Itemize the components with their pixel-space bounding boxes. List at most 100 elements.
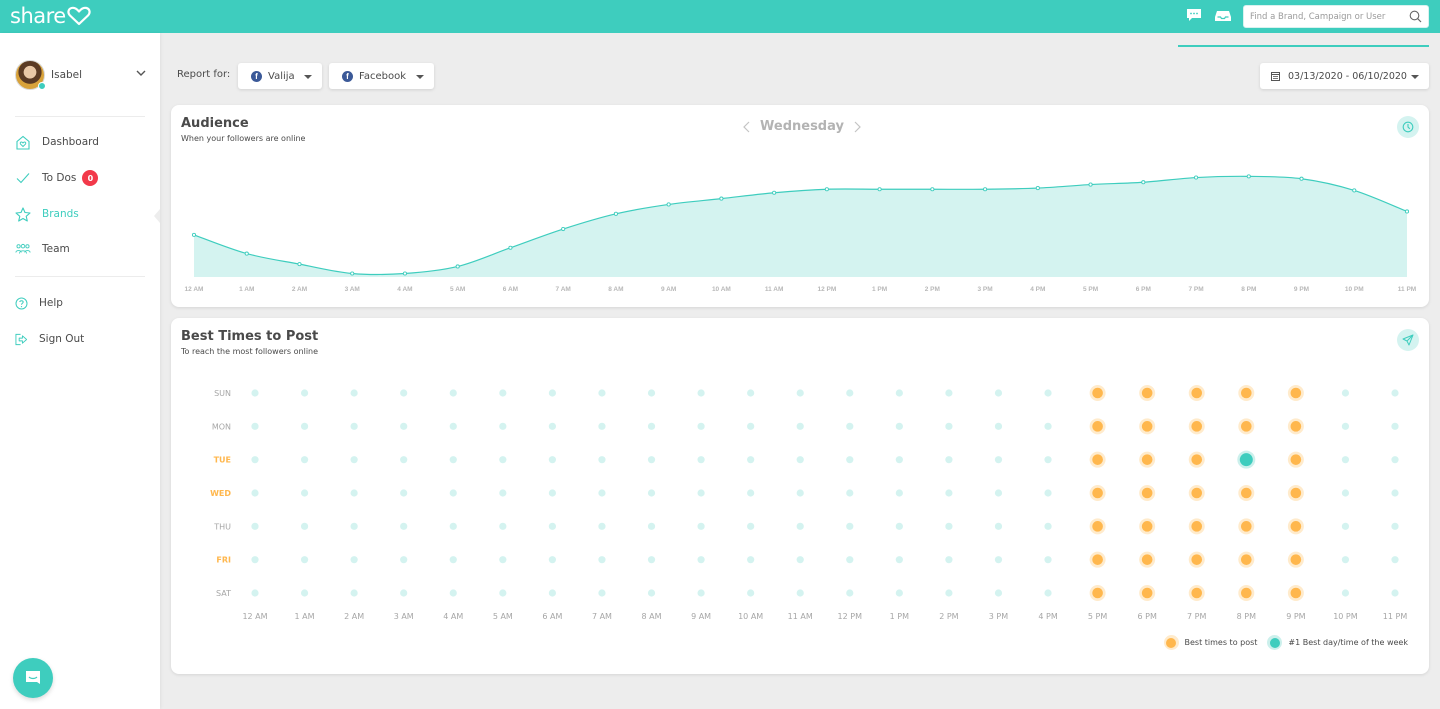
time-cell[interactable] <box>895 456 903 464</box>
time-cell[interactable] <box>251 422 259 430</box>
time-cell[interactable] <box>350 522 358 530</box>
best-time-cell[interactable] <box>1188 518 1205 535</box>
best-time-cell[interactable] <box>1139 485 1156 501</box>
time-cell[interactable] <box>945 522 953 530</box>
time-cell[interactable] <box>647 522 656 530</box>
time-cell[interactable] <box>1391 456 1399 464</box>
best-time-cell[interactable] <box>1139 451 1156 468</box>
best-time-cell[interactable] <box>1238 485 1255 501</box>
time-cell[interactable] <box>400 589 408 597</box>
time-cell[interactable] <box>994 389 1003 397</box>
time-cell[interactable] <box>499 589 507 597</box>
time-cell[interactable] <box>350 489 358 497</box>
audience-data-point[interactable] <box>297 262 302 267</box>
time-cell[interactable] <box>300 556 309 564</box>
time-cell[interactable] <box>300 589 309 597</box>
time-cell[interactable] <box>449 489 457 497</box>
time-cell[interactable] <box>994 456 1003 464</box>
time-cell[interactable] <box>1044 489 1052 497</box>
time-cell[interactable] <box>697 489 705 497</box>
best-time-cell[interactable] <box>1188 451 1205 468</box>
time-cell[interactable] <box>300 489 309 497</box>
time-cell[interactable] <box>350 389 358 397</box>
best-time-cell[interactable] <box>1238 551 1255 568</box>
time-cell[interactable] <box>1341 389 1350 397</box>
time-cell[interactable] <box>697 422 705 430</box>
time-cell[interactable] <box>846 456 854 464</box>
audience-data-point[interactable] <box>1193 175 1199 180</box>
time-cell[interactable] <box>994 522 1003 530</box>
time-cell[interactable] <box>895 589 903 597</box>
best-time-cell[interactable] <box>1089 551 1106 568</box>
time-cell[interactable] <box>449 522 457 530</box>
best-time-cell[interactable] <box>1287 385 1304 401</box>
time-cell[interactable] <box>796 456 804 464</box>
time-cell[interactable] <box>1391 489 1399 497</box>
time-cell[interactable] <box>747 456 755 464</box>
time-cell[interactable] <box>499 422 507 430</box>
time-cell[interactable] <box>1341 522 1350 530</box>
time-cell[interactable] <box>548 456 556 464</box>
time-cell[interactable] <box>697 522 705 530</box>
time-cell[interactable] <box>895 389 903 397</box>
best-time-cell[interactable] <box>1139 418 1156 435</box>
sidebar-item-todos[interactable]: To Dos 0 <box>15 167 150 189</box>
time-cell[interactable] <box>499 489 507 497</box>
best-time-cell[interactable] <box>1238 385 1255 401</box>
time-cell[interactable] <box>846 589 854 597</box>
time-cell[interactable] <box>548 389 556 397</box>
time-cell[interactable] <box>1341 589 1350 597</box>
time-cell[interactable] <box>499 556 507 564</box>
time-cell[interactable] <box>846 389 854 397</box>
audience-data-point[interactable] <box>561 226 566 232</box>
time-cell[interactable] <box>598 489 606 497</box>
top-time-cell[interactable] <box>1237 450 1256 469</box>
time-cell[interactable] <box>251 456 259 464</box>
time-cell[interactable] <box>499 522 507 530</box>
time-cell[interactable] <box>1044 422 1052 430</box>
audience-data-point[interactable] <box>719 196 724 201</box>
time-cell[interactable] <box>647 422 656 430</box>
brand-dropdown[interactable]: f Valija <box>238 63 322 89</box>
audience-data-point[interactable] <box>350 271 355 276</box>
time-cell[interactable] <box>251 522 259 530</box>
time-cell[interactable] <box>300 422 309 430</box>
time-cell[interactable] <box>1341 489 1350 497</box>
time-cell[interactable] <box>1391 422 1399 430</box>
time-cell[interactable] <box>400 389 408 397</box>
audience-data-point[interactable] <box>402 271 408 276</box>
time-cell[interactable] <box>647 556 656 564</box>
time-cell[interactable] <box>697 456 705 464</box>
time-cell[interactable] <box>598 556 606 564</box>
best-time-cell[interactable] <box>1287 585 1304 601</box>
time-cell[interactable] <box>251 389 259 397</box>
audience-data-point[interactable] <box>877 187 882 192</box>
time-cell[interactable] <box>300 389 309 397</box>
time-cell[interactable] <box>251 556 259 564</box>
best-time-cell[interactable] <box>1188 418 1205 435</box>
time-cell[interactable] <box>895 489 903 497</box>
time-cell[interactable] <box>747 489 755 497</box>
time-cell[interactable] <box>747 589 755 597</box>
time-cell[interactable] <box>945 456 953 464</box>
time-cell[interactable] <box>400 522 408 530</box>
time-cell[interactable] <box>251 489 259 497</box>
best-time-cell[interactable] <box>1089 451 1106 468</box>
time-cell[interactable] <box>697 389 705 397</box>
time-cell[interactable] <box>895 522 903 530</box>
time-cell[interactable] <box>598 389 606 397</box>
time-cell[interactable] <box>994 489 1003 497</box>
best-time-cell[interactable] <box>1238 585 1255 601</box>
time-cell[interactable] <box>548 589 556 597</box>
search-input[interactable] <box>1244 11 1404 22</box>
time-cell[interactable] <box>449 556 457 564</box>
time-cell[interactable] <box>1391 589 1399 597</box>
best-time-cell[interactable] <box>1139 518 1156 535</box>
time-cell[interactable] <box>1044 522 1052 530</box>
time-cell[interactable] <box>747 522 755 530</box>
audience-data-point[interactable] <box>1141 180 1146 185</box>
time-cell[interactable] <box>945 422 953 430</box>
time-cell[interactable] <box>1341 456 1350 464</box>
best-time-cell[interactable] <box>1139 385 1156 401</box>
time-cell[interactable] <box>350 456 358 464</box>
